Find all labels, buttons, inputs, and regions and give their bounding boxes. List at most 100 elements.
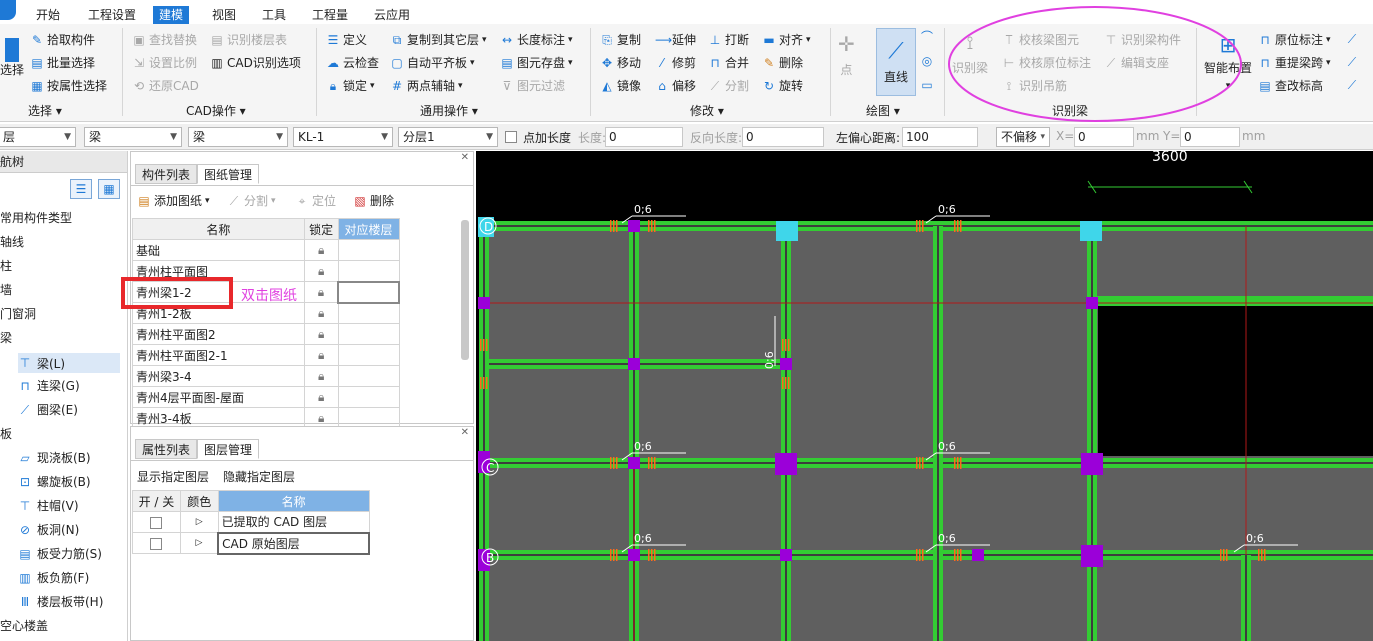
cut-off-tool-3[interactable]: ⟋ <box>1345 78 1373 92</box>
drawing-name[interactable]: 青州4层平面图-屋面 <box>132 386 305 408</box>
table-row[interactable]: 青州梁3-4 🔒︎ <box>132 365 400 387</box>
find-replace-button[interactable]: ▣ 查找替换 <box>132 32 197 48</box>
two-point-axis-button[interactable]: # 两点辅轴 ▾ <box>390 78 463 94</box>
drawing-canvas[interactable]: 0;6 0;6 0;6 0;6 0;6 0;6 0;6 0;6 D C B 3600 <box>476 151 1373 641</box>
nav-item[interactable]: ▱ 现浇板(B) <box>18 449 90 466</box>
nav-item[interactable]: Ⅲ 楼层板带(H) <box>18 593 104 610</box>
app-logo-icon[interactable] <box>0 0 16 20</box>
drawing-name[interactable]: 青州柱平面图2 <box>132 323 305 345</box>
show-layer-button[interactable]: 显示指定图层 <box>137 468 209 485</box>
nav-item[interactable]: 常用构件类型 <box>0 209 72 226</box>
nav-item[interactable]: 墙 <box>0 281 12 298</box>
group-cad-label[interactable]: CAD操作 ▾ <box>186 102 246 119</box>
cad-options-button[interactable]: ▥ CAD识别选项 <box>210 55 301 71</box>
table-row[interactable]: ▷ CAD 原始图层 <box>132 531 370 555</box>
split-button[interactable]: ⟋ 分割 <box>708 78 749 94</box>
change-elevation-button[interactable]: ▤ 查改标高 <box>1258 78 1323 94</box>
nav-item[interactable]: ▤ 板受力筋(S) <box>18 545 102 562</box>
tab-quantity[interactable]: 工程量 <box>306 6 354 24</box>
floor-cell[interactable] <box>337 323 400 345</box>
drawing-name[interactable]: 青州柱平面图2-1 <box>132 344 305 366</box>
close-icon[interactable]: ✕ <box>461 427 469 438</box>
align-button[interactable]: ▬ 对齐 ▾ <box>762 32 810 48</box>
nav-item[interactable]: 空心楼盖 <box>0 617 48 634</box>
lock-icon[interactable]: 🔒︎ <box>303 260 339 282</box>
set-scale-button[interactable]: ⇲ 设置比例 <box>132 55 197 71</box>
batch-select-button[interactable]: ▤ 批量选择 <box>30 55 95 71</box>
element-filter-button[interactable]: ⊽ 图元过滤 <box>500 78 565 94</box>
group-draw-label[interactable]: 绘图 ▾ <box>866 102 900 119</box>
nav-item[interactable]: 轴线 <box>0 233 24 250</box>
locate-button[interactable]: ⌖ 定位 <box>295 193 336 209</box>
cloud-check-button[interactable]: ☁ 云检查 <box>326 55 379 71</box>
layer-name[interactable]: 已提取的 CAD 图层 <box>217 511 370 533</box>
floor-cell[interactable] <box>337 344 400 366</box>
col-color[interactable]: 颜色 <box>179 490 219 512</box>
delete-button[interactable]: ✎ 删除 <box>762 55 803 71</box>
rotate-button[interactable]: ↻ 旋转 <box>762 78 803 94</box>
delete-drawing-button[interactable]: ▧ 删除 <box>353 193 394 209</box>
group-common-label[interactable]: 通用操作 ▾ <box>420 102 478 119</box>
cut-off-tool-1[interactable]: ⟋ <box>1345 32 1373 46</box>
table-row[interactable]: 青州4层平面图-屋面 🔒︎ <box>132 386 400 408</box>
add-length-checkbox[interactable] <box>505 131 517 143</box>
tab-modeling[interactable]: 建模 <box>153 6 190 24</box>
length-dim-button[interactable]: ↔ 长度标注 ▾ <box>500 32 573 48</box>
floor-cell[interactable] <box>337 386 400 408</box>
tab-tools[interactable]: 工具 <box>256 6 292 24</box>
tab-cloud[interactable]: 云应用 <box>368 6 416 24</box>
col-layer-name[interactable]: 名称 <box>217 490 370 512</box>
pick-element-button[interactable]: ✎ 拾取构件 <box>30 32 95 48</box>
nav-item[interactable]: 门窗洞 <box>0 305 36 322</box>
offset-button[interactable]: ⌂ 偏移 <box>655 78 696 94</box>
move-button[interactable]: ✥ 移动 <box>600 55 641 71</box>
floor-combo[interactable]: 层 ▼ <box>0 127 76 147</box>
lock-icon[interactable]: 🔒︎ <box>303 281 339 303</box>
mirror-button[interactable]: ◭ 镜像 <box>600 78 641 94</box>
nav-item[interactable]: ⊤ 柱帽(V) <box>18 497 79 514</box>
layer-toggle-checkbox[interactable] <box>132 532 181 554</box>
circle-tool-button[interactable]: ◎ <box>920 54 934 68</box>
select-by-attr-button[interactable]: ▦ 按属性选择 <box>30 78 107 94</box>
table-row[interactable]: ▷ 已提取的 CAD 图层 <box>132 511 370 533</box>
lock-icon[interactable]: 🔒︎ <box>303 239 339 261</box>
tab-drawing-management[interactable]: 图纸管理 <box>197 164 260 184</box>
restore-cad-button[interactable]: ⟲ 还原CAD <box>132 78 199 94</box>
lock-icon[interactable]: 🔒︎ <box>303 365 339 387</box>
tab-start[interactable]: 开始 <box>30 6 66 24</box>
tab-project-settings[interactable]: 工程设置 <box>82 6 142 24</box>
repick-span-button[interactable]: ⊓ 重提梁跨 ▾ <box>1258 55 1330 71</box>
col-name[interactable]: 名称 <box>132 218 305 240</box>
reverse-length-input[interactable]: 0 <box>742 127 824 147</box>
lock-icon[interactable]: 🔒︎ <box>303 386 339 408</box>
table-row[interactable]: 青州柱平面图2 🔒︎ <box>132 323 400 345</box>
nav-item[interactable]: 柱 <box>0 257 12 274</box>
define-button[interactable]: ☰ 定义 <box>326 32 367 48</box>
col-lock[interactable]: 锁定 <box>303 218 339 240</box>
subtype-combo[interactable]: 梁 ▼ <box>188 127 288 147</box>
layer-combo[interactable]: 分层1 ▼ <box>398 127 498 147</box>
copy-to-floor-button[interactable]: ⧉ 复制到其它层 ▾ <box>390 32 487 48</box>
tab-member-list[interactable]: 构件列表 <box>135 164 198 184</box>
nav-item[interactable]: ⊘ 板洞(N) <box>18 521 79 538</box>
floor-cell[interactable] <box>337 280 400 304</box>
select-button[interactable]: 选择 <box>0 38 24 78</box>
copy-button[interactable]: ⎘ 复制 <box>600 32 641 48</box>
nav-item[interactable]: ⊡ 螺旋板(B) <box>18 473 91 490</box>
break-button[interactable]: ⊥ 打断 <box>708 32 749 48</box>
tab-property-list[interactable]: 属性列表 <box>135 439 198 459</box>
lock-icon[interactable]: 🔒︎ <box>303 344 339 366</box>
lock-button[interactable]: 🔒︎ 锁定 ▾ <box>326 78 375 94</box>
split-drawing-button[interactable]: ⟋ 分割 ▾ <box>227 193 276 209</box>
table-row[interactable]: 基础 🔒︎ <box>132 239 400 261</box>
tab-layer-management[interactable]: 图层管理 <box>197 439 260 459</box>
cut-off-tool-2[interactable]: ⟋ <box>1345 55 1373 69</box>
rect-tool-button[interactable]: ▭ <box>920 78 934 92</box>
extend-button[interactable]: ⟶ 延伸 <box>655 32 696 48</box>
merge-button[interactable]: ⊓ 合并 <box>708 55 749 71</box>
original-dim-button[interactable]: ⊓ 原位标注 ▾ <box>1258 32 1330 48</box>
trim-button[interactable]: ⁄ 修剪 <box>655 55 696 71</box>
nav-item[interactable]: ⊤ 梁(L) <box>18 353 120 373</box>
group-modify-label[interactable]: 修改 ▾ <box>690 102 724 119</box>
group-select-label[interactable]: 选择 ▾ <box>28 102 62 119</box>
